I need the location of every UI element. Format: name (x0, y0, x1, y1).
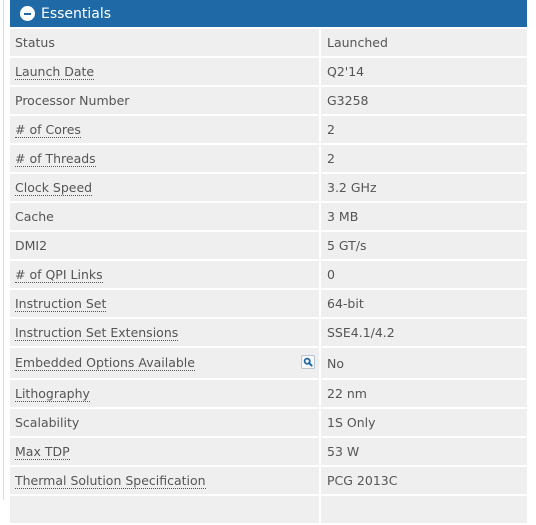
spec-row-status: Status Launched (10, 29, 527, 56)
spec-label: DMI2 (15, 238, 48, 253)
spec-value-cell: 53 W (321, 438, 527, 465)
spec-table: Status Launched Launch Date Q2'14 Proces… (10, 29, 527, 523)
spec-label-cell (10, 496, 319, 523)
spec-label-cell: Scalability (10, 409, 319, 436)
spec-row-launch-date: Launch Date Q2'14 (10, 58, 527, 85)
spec-value: Q2'14 (327, 64, 365, 79)
spec-value: 64-bit (327, 296, 364, 311)
spec-row-cache: Cache 3 MB (10, 203, 527, 230)
spec-label-cell: Launch Date (10, 58, 319, 85)
spec-label: Status (15, 35, 55, 50)
spec-value: 0 (327, 267, 335, 282)
spec-row-dmi2: DMI2 5 GT/s (10, 232, 527, 259)
spec-label-cell: Thermal Solution Specification (10, 467, 319, 494)
spec-row-threads: # of Threads 2 (10, 145, 527, 172)
spec-value-cell: 0 (321, 261, 527, 288)
spec-value: 2 (327, 151, 335, 166)
spec-label-tooltip-link[interactable]: Lithography (15, 386, 90, 402)
spec-label-tooltip-link[interactable]: Instruction Set (15, 296, 107, 312)
spec-label-tooltip-link[interactable]: Embedded Options Available (15, 355, 195, 371)
spec-value-cell: 1S Only (321, 409, 527, 436)
section-title: Essentials (41, 5, 112, 22)
spec-label-tooltip-link[interactable]: Max TDP (15, 444, 70, 460)
spec-value: G3258 (327, 93, 369, 108)
spec-row-lithography: Lithography 22 nm (10, 380, 527, 407)
spec-row-cores: # of Cores 2 (10, 116, 527, 143)
spec-label-cell: Clock Speed (10, 174, 319, 201)
spec-label-cell: Instruction Set (10, 290, 319, 317)
spec-label-cell: Processor Number (10, 87, 319, 114)
spec-value: No (327, 355, 344, 371)
spec-label-cell: Cache (10, 203, 319, 230)
spec-label-cell: Lithography (10, 380, 319, 407)
spec-value: 53 W (327, 444, 360, 459)
spec-row-clock-speed: Clock Speed 3.2 GHz (10, 174, 527, 201)
spec-value: 3 MB (327, 209, 359, 224)
spec-value-cell: Q2'14 (321, 58, 527, 85)
spec-label-tooltip-link[interactable]: # of QPI Links (15, 267, 103, 283)
spec-label: Scalability (15, 415, 80, 430)
spec-value: 5 GT/s (327, 238, 367, 253)
spec-value: PCG 2013C (327, 473, 398, 488)
spec-row-embedded-options: Embedded Options Available No (10, 348, 527, 378)
spec-value-cell: 64-bit (321, 290, 527, 317)
spec-value: 1S Only (327, 415, 376, 430)
search-icon (303, 357, 313, 367)
collapse-minus-icon[interactable] (20, 6, 35, 21)
spec-value-cell: G3258 (321, 87, 527, 114)
spec-value-cell: SSE4.1/4.2 (321, 319, 527, 346)
spec-value-cell (321, 496, 527, 523)
spec-label-cell: Max TDP (10, 438, 319, 465)
spec-value: 2 (327, 122, 335, 137)
essentials-panel: Essentials Status Launched Launch Date Q… (10, 0, 527, 525)
spec-label-cell: Status (10, 29, 319, 56)
spec-value-cell: 3 MB (321, 203, 527, 230)
spec-value: SSE4.1/4.2 (327, 325, 395, 340)
spec-label: Processor Number (15, 93, 130, 108)
spec-row-max-tdp: Max TDP 53 W (10, 438, 527, 465)
spec-row-thermal-solution: Thermal Solution Specification PCG 2013C (10, 467, 527, 494)
spec-label-cell: Instruction Set Extensions (10, 319, 319, 346)
spec-label-cell: DMI2 (10, 232, 319, 259)
spec-label-tooltip-link[interactable]: # of Threads (15, 151, 96, 167)
spec-value-cell: 2 (321, 145, 527, 172)
spec-value-cell: No (321, 348, 527, 378)
spec-label-cell: # of QPI Links (10, 261, 319, 288)
spec-value: Launched (327, 35, 388, 50)
spec-label-tooltip-link[interactable]: Launch Date (15, 64, 95, 80)
essentials-section-header[interactable]: Essentials (10, 0, 527, 27)
spec-row-partial (10, 496, 527, 523)
spec-row-instruction-set-extensions: Instruction Set Extensions SSE4.1/4.2 (10, 319, 527, 346)
spec-label: Cache (15, 209, 54, 224)
spec-value-cell: 22 nm (321, 380, 527, 407)
spec-value: 3.2 GHz (327, 180, 377, 195)
spec-value: 22 nm (327, 386, 367, 401)
spec-row-qpi-links: # of QPI Links 0 (10, 261, 527, 288)
search-embedded-button[interactable] (301, 355, 315, 369)
page-left-border (3, 0, 4, 500)
spec-value-cell: 3.2 GHz (321, 174, 527, 201)
spec-label-cell: Embedded Options Available (10, 348, 319, 378)
spec-label-tooltip-link[interactable]: Clock Speed (15, 180, 93, 196)
spec-row-instruction-set: Instruction Set 64-bit (10, 290, 527, 317)
spec-label-tooltip-link[interactable]: Instruction Set Extensions (15, 325, 179, 341)
spec-value-cell: Launched (321, 29, 527, 56)
spec-label-cell: # of Cores (10, 116, 319, 143)
spec-row-scalability: Scalability 1S Only (10, 409, 527, 436)
spec-label-tooltip-link[interactable]: Thermal Solution Specification (15, 473, 206, 489)
spec-value-cell: 2 (321, 116, 527, 143)
spec-value-cell: PCG 2013C (321, 467, 527, 494)
spec-value-cell: 5 GT/s (321, 232, 527, 259)
spec-label-cell: # of Threads (10, 145, 319, 172)
spec-label-tooltip-link[interactable]: # of Cores (15, 122, 81, 138)
spec-row-processor-number: Processor Number G3258 (10, 87, 527, 114)
